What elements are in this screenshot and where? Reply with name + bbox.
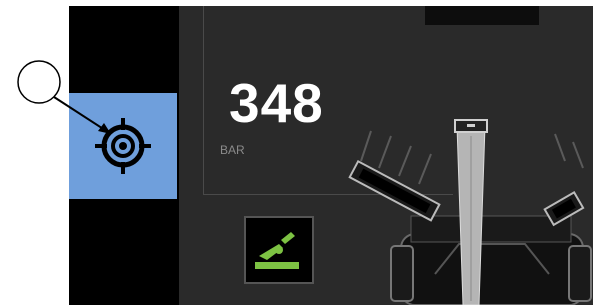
target-mode-button[interactable] bbox=[69, 93, 177, 199]
callout-circle-icon bbox=[17, 60, 61, 104]
foot-pedal-button[interactable] bbox=[244, 216, 314, 284]
machine-display: 348 BAR bbox=[69, 6, 593, 305]
pressure-value: 348 bbox=[229, 72, 324, 134]
foot-pedal-icon bbox=[255, 232, 299, 269]
crosshair-target-icon bbox=[95, 118, 151, 174]
excavator-top-view-icon bbox=[348, 119, 592, 305]
pressure-unit: BAR bbox=[220, 143, 245, 157]
